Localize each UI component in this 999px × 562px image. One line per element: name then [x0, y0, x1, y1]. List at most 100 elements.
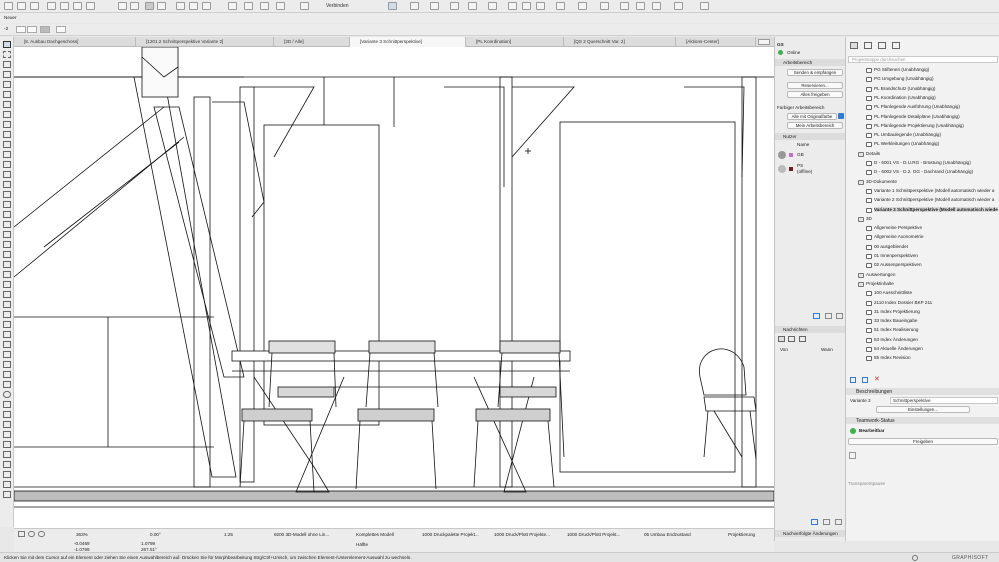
floor-up-button[interactable] — [27, 26, 37, 33]
zoom-value[interactable]: 363% — [76, 532, 88, 537]
magic-wand-icon[interactable] — [176, 2, 185, 10]
tree-item[interactable]: 53 Index Änderungen — [874, 337, 918, 342]
layout-icon[interactable] — [276, 2, 285, 10]
grid-icon[interactable] — [145, 2, 154, 10]
tree-item[interactable]: 31 Index Projektierung — [874, 309, 920, 314]
roof-tool-icon[interactable] — [3, 121, 11, 128]
user-reserve-icon[interactable] — [836, 313, 843, 319]
user-ps[interactable]: PS — [797, 163, 803, 168]
release-all-button[interactable]: Alles freigeben — [787, 91, 843, 98]
messages-header[interactable]: Nachrichten — [775, 326, 846, 333]
message-reply-icon[interactable] — [823, 519, 830, 525]
tree-item[interactable]: Allgemeine Perspektive — [874, 225, 922, 230]
tree-item[interactable]: 55 Index Revision — [874, 355, 911, 360]
circle-tool-icon[interactable] — [3, 391, 11, 398]
menu-new[interactable]: Neuer — [4, 15, 17, 20]
workspace-header[interactable]: Arbeitsbereich — [775, 59, 846, 66]
skylight-tool-icon[interactable] — [3, 141, 11, 148]
tab-overflow-button[interactable] — [758, 39, 770, 45]
publisher-icon[interactable] — [892, 42, 900, 49]
trim-icon[interactable] — [189, 2, 198, 10]
tree-item[interactable]: 01 Innenperspektiven — [874, 253, 918, 258]
radial-dim-tool-icon[interactable] — [3, 251, 11, 258]
description-value-field[interactable]: Schnittperspektive — [890, 397, 998, 404]
undo-zoom-icon[interactable] — [18, 531, 25, 537]
tree-item[interactable]: 2110 Index Dossier BKP 211 — [874, 300, 932, 305]
interior-icon[interactable] — [536, 2, 545, 10]
grid-tool-icon[interactable] — [3, 441, 11, 448]
text-tool-icon[interactable] — [3, 281, 11, 288]
angle-value[interactable]: 0.00° — [150, 532, 161, 537]
filter-icon[interactable] — [228, 2, 237, 10]
fill-tool-icon[interactable] — [3, 291, 11, 298]
tab-schnittperspektive-var2[interactable]: [1201.2 Schnittperspektive Variante 2] — [136, 37, 274, 47]
polyline-tool-icon[interactable] — [3, 321, 11, 328]
zoom-in-icon[interactable] — [28, 531, 35, 537]
render-icon[interactable] — [652, 2, 661, 10]
tree-item[interactable]: 33 Index Baueingabe — [874, 318, 917, 323]
layer-combo[interactable]: 9200 3D-Modell ohne Lin... — [274, 532, 329, 537]
elevation-icon[interactable] — [522, 2, 531, 10]
tab-qs2-querschnitt[interactable]: [QS 2 Querschnitt Var. 2] — [564, 37, 676, 47]
pen-set-3[interactable]: 1000 Druck/Plott Projekt... — [567, 532, 620, 537]
users-header[interactable]: Nutzer — [775, 133, 846, 140]
layout-book-icon[interactable] — [878, 42, 886, 49]
descriptions-header[interactable]: Beschreibungen — [846, 388, 999, 395]
cloud-icon[interactable] — [700, 2, 709, 10]
tab-ausbau-dachgeschoss[interactable]: [8. Ausbau Dachgeschoss] — [14, 37, 136, 47]
user-message-icon[interactable] — [825, 313, 832, 319]
floor-down-button[interactable] — [16, 26, 26, 33]
message-delete-icon[interactable] — [835, 519, 842, 525]
railing-tool-icon[interactable] — [3, 171, 11, 178]
align-icon[interactable] — [430, 2, 439, 10]
tree-item[interactable]: PL Werkleitungen (Unabhängig) — [874, 141, 939, 146]
label-tool-icon[interactable] — [3, 271, 11, 278]
distribute-icon[interactable] — [450, 2, 459, 10]
tab-pl-koordination[interactable]: [PL Koordination] — [466, 37, 564, 47]
tree-item[interactable]: PL Planlegende Ausführung (Unabhängig) — [874, 104, 960, 109]
tree-item[interactable]: 3D — [866, 216, 872, 221]
half-option[interactable]: Hälfte — [356, 542, 368, 547]
send-receive-button[interactable]: Senden & empfangen — [787, 69, 843, 76]
tree-item[interactable]: PL Umbaulegende (Unabhängig) — [874, 132, 941, 137]
orbit-icon[interactable] — [620, 2, 629, 10]
teamwork-status-header[interactable]: Teamwork-Status — [846, 417, 999, 424]
interior-elevation-tool-icon[interactable] — [3, 361, 11, 368]
tree-item[interactable]: 3D-Dokumente — [866, 179, 897, 184]
print-icon[interactable] — [47, 2, 56, 10]
my-workspace-button[interactable]: Mein Arbeitsbereich — [787, 122, 843, 129]
info-icon[interactable] — [849, 452, 856, 459]
tree-settings-icon[interactable] — [862, 377, 868, 383]
tree-item[interactable]: PL Brandschutz (Unabhängig) — [874, 86, 935, 91]
user-gb[interactable]: GB — [797, 152, 804, 157]
view-map-icon[interactable] — [864, 42, 872, 49]
renovation-filter[interactable]: 05 Umbau Endzustand — [644, 532, 691, 537]
teamwork-icon[interactable] — [674, 2, 683, 10]
globe-tool-icon[interactable] — [3, 481, 11, 488]
change-tool-icon[interactable] — [3, 451, 11, 458]
model-view[interactable]: Komplettes Modell — [356, 532, 394, 537]
copy-icon[interactable] — [73, 2, 82, 10]
arrow-tool-icon[interactable] — [3, 41, 11, 48]
new-file-icon[interactable] — [4, 2, 13, 10]
curtain-wall-tool-icon[interactable] — [3, 151, 11, 158]
morph-tool-icon[interactable] — [3, 201, 11, 208]
tree-item[interactable]: PL Koordination (Unabhängig) — [874, 95, 936, 100]
tree-new-icon[interactable] — [850, 377, 856, 383]
zone-tool-icon[interactable] — [3, 191, 11, 198]
dimension-style[interactable]: Projektierung — [728, 532, 755, 537]
dimension-tool-icon[interactable] — [3, 231, 11, 238]
tree-delete-icon[interactable]: ✕ — [874, 376, 880, 383]
tree-item[interactable]: 00 ausgeblendet — [874, 244, 908, 249]
tree-item[interactable]: PL Planlegende Detailpläne (Unabhängig) — [874, 114, 960, 119]
pen-set-1[interactable]: 1000 Druckpalette Projekt... — [422, 532, 479, 537]
surface-icon[interactable] — [488, 2, 497, 10]
fill-icon[interactable] — [468, 2, 477, 10]
tree-search-input[interactable]: Projektmappe durchsuchen — [848, 56, 998, 63]
marquee-tool-icon[interactable] — [3, 51, 11, 58]
layers-icon[interactable] — [157, 2, 166, 10]
tree-item[interactable]: Variante 2 Schnittperspektive (Modell au… — [874, 197, 994, 202]
tree-item[interactable]: Variante 1 Schnittperspektive (Modell au… — [874, 188, 994, 193]
save-icon[interactable] — [30, 2, 39, 10]
camera-icon[interactable] — [636, 2, 645, 10]
